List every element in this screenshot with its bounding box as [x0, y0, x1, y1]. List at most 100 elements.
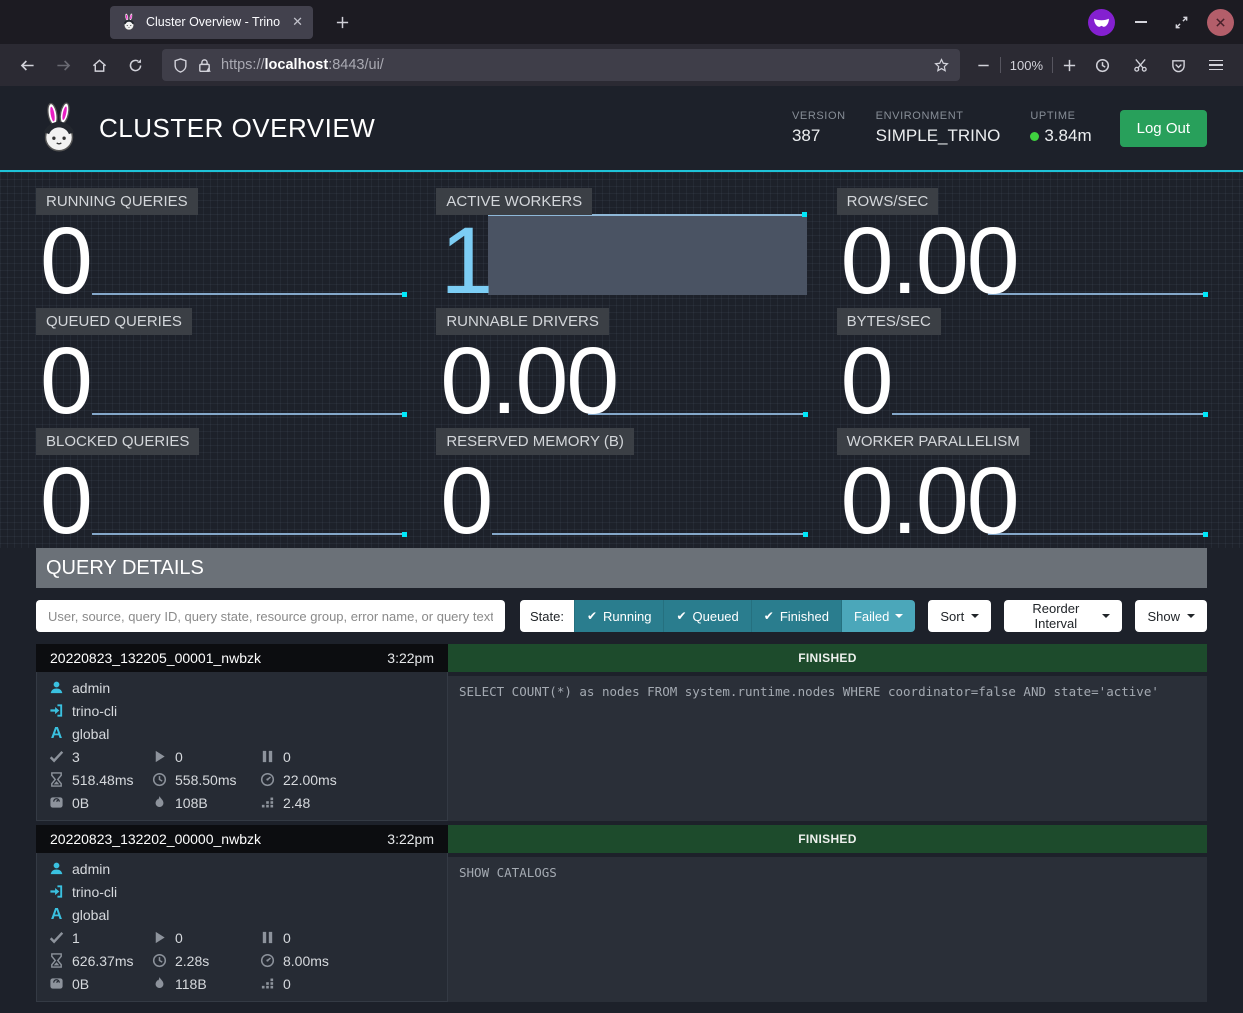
reload-button[interactable]: [120, 50, 150, 80]
environment-info: ENVIRONMENT SIMPLE_TRINO: [876, 110, 1001, 146]
current-memory-icon: [49, 795, 64, 810]
tracking-shield-icon[interactable]: [173, 58, 188, 73]
wall-time-hourglass-icon: [49, 772, 64, 787]
sort-dropdown[interactable]: Sort: [928, 600, 991, 632]
query-resource-group: global: [72, 726, 109, 742]
caret-down-icon: [1187, 614, 1195, 622]
menu-hamburger-icon[interactable]: [1201, 50, 1231, 80]
query-source: trino-cli: [72, 703, 117, 719]
caret-down-icon: [971, 614, 979, 622]
show-dropdown[interactable]: Show: [1135, 600, 1207, 632]
pocket-icon[interactable]: [1163, 50, 1193, 80]
page-title: CLUSTER OVERVIEW: [99, 113, 375, 144]
screenshot-scissors-icon[interactable]: [1125, 50, 1155, 80]
lock-warning-icon[interactable]: [197, 58, 212, 73]
query-row: 20220823_132205_00001_nwbzk 3:22pm admin…: [36, 644, 1207, 821]
window-close-button[interactable]: [1207, 9, 1234, 36]
page-header: CLUSTER OVERVIEW VERSION 387 ENVIRONMENT…: [0, 86, 1243, 172]
query-summary-panel: admin trino-cli Aglobal 1 0 0 626.37ms 2…: [36, 853, 448, 1002]
reorder-interval-dropdown[interactable]: Reorder Interval: [1004, 600, 1122, 632]
browser-navbar: https://localhost:8443/ui/ 100%: [0, 44, 1243, 86]
query-details-header: QUERY DETAILS: [36, 548, 1207, 588]
running-splits-icon: [152, 930, 167, 945]
window-minimize-button[interactable]: [1127, 8, 1155, 36]
stat-card-bytes-sec: BYTES/SEC 0: [837, 308, 1207, 418]
cpu-time-gauge-icon: [260, 772, 275, 787]
wall-time-hourglass-icon: [49, 953, 64, 968]
caret-down-icon: [895, 614, 903, 622]
check-icon: ✔: [676, 609, 686, 623]
query-sql-text[interactable]: SHOW CATALOGS: [448, 857, 1207, 1002]
bookmark-star-icon[interactable]: [934, 58, 949, 73]
sparkline: [92, 413, 407, 415]
history-icon[interactable]: [1087, 50, 1117, 80]
current-memory-icon: [49, 976, 64, 991]
sparkline: [988, 293, 1207, 295]
window-restore-button[interactable]: [1167, 8, 1195, 36]
private-browsing-icon: [1088, 9, 1115, 36]
queued-splits-icon: [260, 930, 275, 945]
stat-card-reserved-memory: RESERVED MEMORY (B) 0: [436, 428, 806, 538]
state-filter-label: State:: [520, 600, 574, 632]
version-info: VERSION 387: [792, 110, 846, 146]
query-user: admin: [72, 680, 110, 696]
query-resource-group: global: [72, 907, 109, 923]
zoom-level[interactable]: 100%: [1010, 58, 1043, 73]
query-time: 3:22pm: [387, 650, 434, 666]
completed-splits-icon: [49, 930, 64, 945]
query-state-badge: FINISHED: [448, 825, 1207, 853]
filter-failed-dropdown[interactable]: Failed: [841, 600, 915, 632]
trino-page: CLUSTER OVERVIEW VERSION 387 ENVIRONMENT…: [0, 86, 1243, 1013]
browser-titlebar: Cluster Overview - Trino ✕: [0, 0, 1243, 44]
logout-button[interactable]: Log Out: [1120, 110, 1207, 147]
query-sql-text[interactable]: SELECT COUNT(*) as nodes FROM system.run…: [448, 676, 1207, 821]
url-text[interactable]: https://localhost:8443/ui/: [221, 57, 384, 73]
trino-bunny-logo: [36, 102, 82, 154]
state-filter-group: State: ✔ Running ✔ Queued ✔ Finished Fai…: [520, 600, 915, 632]
filter-running-button[interactable]: ✔ Running: [574, 600, 664, 632]
query-list: 20220823_132205_00001_nwbzk 3:22pm admin…: [36, 644, 1207, 1002]
queued-splits-icon: [260, 749, 275, 764]
query-source: trino-cli: [72, 884, 117, 900]
browser-tab[interactable]: Cluster Overview - Trino ✕: [110, 6, 313, 39]
resource-group-icon: A: [49, 725, 64, 743]
back-button[interactable]: [12, 50, 42, 80]
query-state-badge: FINISHED: [448, 644, 1207, 672]
tab-close-icon[interactable]: ✕: [292, 14, 303, 30]
stat-card-queued-queries: QUEUED QUERIES 0: [36, 308, 406, 418]
divider: [1000, 57, 1001, 73]
query-user: admin: [72, 861, 110, 877]
stat-card-worker-parallelism: WORKER PARALLELISM 0.00: [837, 428, 1207, 538]
uptime-info: UPTIME 3.84m: [1030, 110, 1091, 146]
source-signin-icon: [49, 884, 64, 899]
sparkline-filled: [488, 214, 806, 295]
cumulative-memory-flame-icon: [152, 976, 167, 991]
home-button[interactable]: [84, 50, 114, 80]
check-icon: ✔: [764, 609, 774, 623]
total-time-clock-icon: [152, 953, 167, 968]
zoom-out-icon[interactable]: [976, 58, 991, 73]
sparkline: [988, 533, 1207, 535]
filter-queued-button[interactable]: ✔ Queued: [663, 600, 750, 632]
sparkline: [92, 533, 407, 535]
stat-card-rows-sec: ROWS/SEC 0.00: [837, 188, 1207, 298]
forward-button[interactable]: [48, 50, 78, 80]
new-tab-button[interactable]: [329, 8, 357, 36]
uptime-status-dot: [1030, 132, 1039, 141]
query-id-link[interactable]: 20220823_132205_00001_nwbzk: [50, 650, 261, 666]
cluster-stats-grid: RUNNING QUERIES 0 ACTIVE WORKERS 1 ROWS/…: [0, 172, 1243, 548]
sparkline: [892, 413, 1207, 415]
user-icon: [49, 861, 64, 876]
source-signin-icon: [49, 703, 64, 718]
query-row: 20220823_132202_00000_nwbzk 3:22pm admin…: [36, 825, 1207, 1002]
cpu-time-gauge-icon: [260, 953, 275, 968]
zoom-in-icon[interactable]: [1062, 58, 1077, 73]
filter-finished-button[interactable]: ✔ Finished: [751, 600, 841, 632]
parallelism-icon: [260, 976, 275, 991]
query-id-link[interactable]: 20220823_132202_00000_nwbzk: [50, 831, 261, 847]
user-icon: [49, 680, 64, 695]
query-search-input[interactable]: [36, 600, 505, 632]
trino-favicon: [120, 13, 138, 31]
url-bar[interactable]: https://localhost:8443/ui/: [162, 49, 960, 81]
completed-splits-icon: [49, 749, 64, 764]
